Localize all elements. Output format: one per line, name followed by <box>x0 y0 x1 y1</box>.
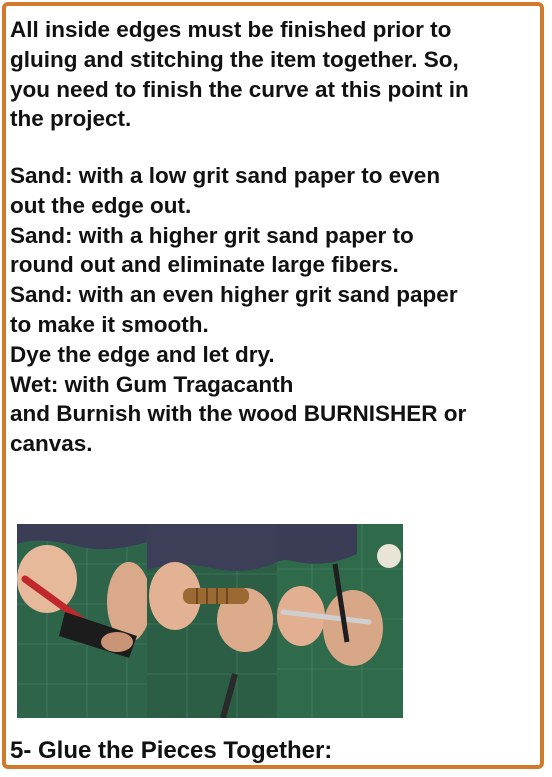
steps-paragraph: Sand: with a low grit sand paper to even… <box>10 161 466 459</box>
burnishing-edge-photo <box>147 524 277 718</box>
applying-gum-photo <box>277 524 403 718</box>
intro-line: you need to finish the curve at this poi… <box>10 76 469 102</box>
intro-line: All inside edges must be finished prior … <box>10 17 452 42</box>
step-line: to make it smooth. <box>10 311 209 337</box>
step-line: canvas. <box>10 431 93 457</box>
photo-strip <box>17 524 403 718</box>
sanding-edge-photo <box>17 524 147 718</box>
step-line: Wet: with Gum Tragacanth <box>10 371 294 397</box>
intro-line: the project. <box>10 106 132 132</box>
section-heading: 5- Glue the Pieces Together: <box>10 737 333 764</box>
intro-paragraph: All inside edges must be finished prior … <box>10 15 469 134</box>
intro-line: gluing and stitching the item together. … <box>10 46 459 72</box>
step-line: Sand: with a higher grit sand paper to <box>10 222 414 248</box>
step-line: out the edge out. <box>10 192 192 218</box>
step-line: Sand: with a low grit sand paper to even <box>10 163 441 188</box>
content-frame: All inside edges must be finished prior … <box>2 2 544 769</box>
step-line: round out and eliminate large fibers. <box>10 252 399 278</box>
step-line: Dye the edge and let dry. <box>10 341 275 367</box>
step-line: and Burnish with the wood BURNISHER or <box>10 401 467 427</box>
step-line: Sand: with an even higher grit sand pape… <box>10 282 458 308</box>
